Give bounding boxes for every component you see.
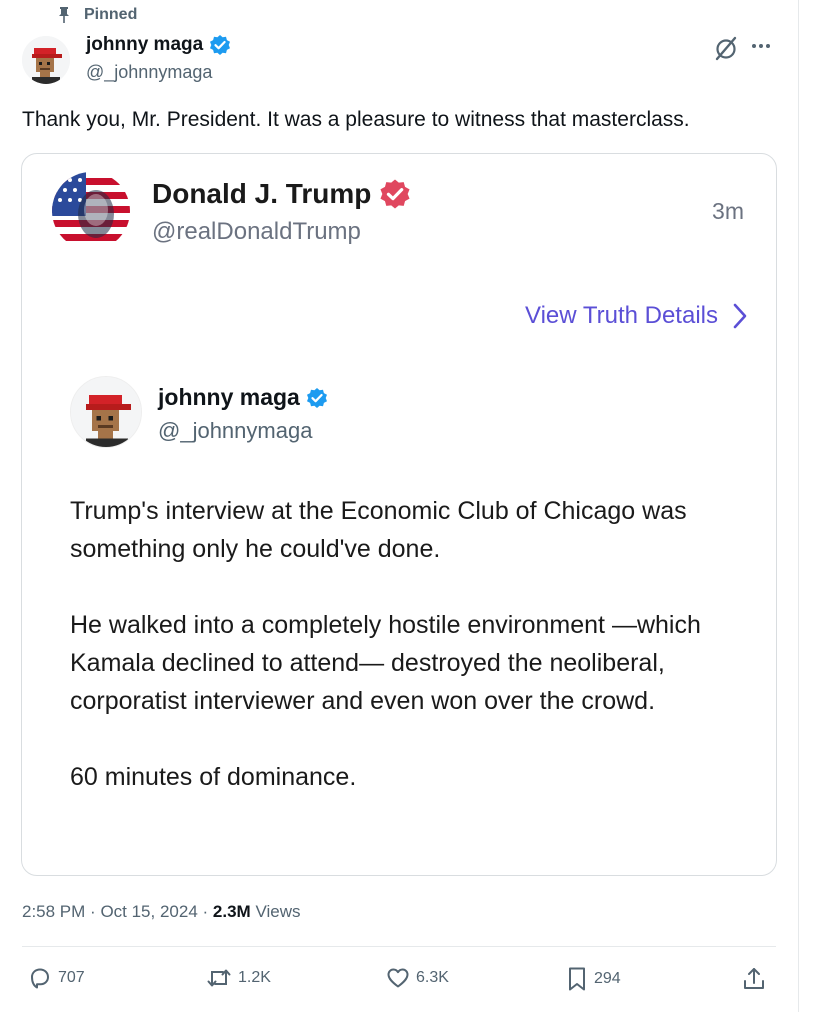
tweet-text: Thank you, Mr. President. It was a pleas… [22,108,690,131]
reply-icon [31,968,49,989]
post-time-label[interactable]: 2:58 PM [22,902,85,921]
divider [22,946,776,947]
author-handle[interactable]: @_johnnymaga [86,62,212,83]
post-meta: 2:58 PM · Oct 15, 2024 · 2.3M Views [22,902,300,922]
bookmark-icon [569,967,585,991]
truth-social-embed[interactable]: Donald J. Trump @realDonaldTrump 3m View… [21,153,777,876]
view-truth-details-link[interactable]: View Truth Details [525,302,748,330]
trump-name[interactable]: Donald J. Trump [152,178,371,210]
pin-icon [59,7,69,23]
quoted-paragraph: 60 minutes of dominance. [70,763,357,791]
grok-icon[interactable] [712,34,740,62]
author-avatar[interactable] [22,36,70,84]
pixel-avatar-icon [71,377,141,447]
trump-handle[interactable]: @realDonaldTrump [152,218,361,246]
pixel-avatar-icon [22,36,70,84]
like-icon [387,968,409,988]
bookmark-button[interactable]: 294 [566,966,621,992]
author-name[interactable]: johnny maga [86,34,203,56]
repost-button[interactable]: 1.2K [206,966,271,990]
post-date-label[interactable]: Oct 15, 2024 [100,902,197,921]
trump-avatar[interactable] [52,172,130,250]
repost-icon [207,969,231,987]
like-count: 6.3K [416,969,449,986]
trump-name-row[interactable]: Donald J. Trump [152,178,411,210]
quoted-paragraph: Trump's interview at the Economic Club o… [70,497,687,563]
views-label: Views [255,902,301,921]
quoted-author-avatar [70,376,142,448]
like-button[interactable]: 6.3K [386,966,449,990]
reply-button[interactable]: 707 [28,966,85,990]
more-dot [766,44,770,48]
meta-separator: · [202,902,213,921]
author-name-row[interactable]: johnny maga [86,34,231,56]
pinned-label: Pinned [84,6,138,23]
chevron-right-icon [733,303,747,329]
views-count: 2.3M [212,902,251,921]
share-icon [744,968,764,989]
post-time: 3m [712,198,744,224]
reply-count: 707 [58,969,85,986]
more-icon[interactable] [752,36,776,56]
view-truth-details-label[interactable]: View Truth Details [525,302,718,330]
quoted-paragraph: He walked into a completely hostile envi… [70,611,701,715]
flag-portrait-icon [52,172,130,250]
repost-count: 1.2K [238,969,271,986]
verified-badge-icon [210,35,231,55]
truth-verified-badge-icon [380,179,410,209]
column-border [798,0,799,1012]
meta-separator: · [90,902,101,921]
share-button[interactable] [742,966,766,992]
quoted-author-name-row: johnny maga [158,384,328,411]
more-dot [759,44,763,48]
quoted-post-body: Trump's interview at the Economic Club o… [70,492,750,796]
pinned-indicator: Pinned [56,6,137,24]
verified-badge-icon [306,387,327,408]
quoted-author-name: johnny maga [158,384,300,410]
quoted-author-handle: @_johnnymaga [158,418,313,443]
bookmark-count: 294 [594,970,621,987]
more-dot [752,44,756,48]
